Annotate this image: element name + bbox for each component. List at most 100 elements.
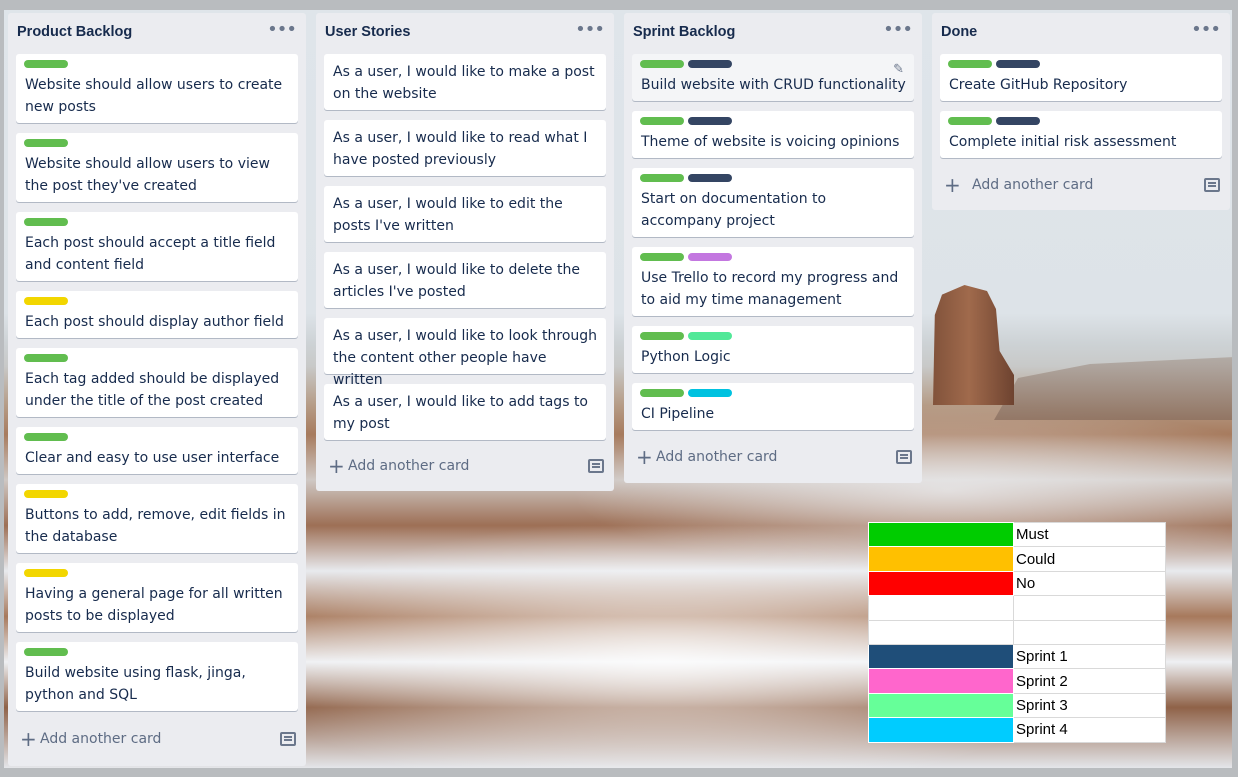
card-labels xyxy=(640,389,736,397)
card-title: As a user, I would like to add tags to m… xyxy=(333,394,588,432)
label-navy xyxy=(688,60,732,68)
card-template-icon[interactable] xyxy=(896,450,912,464)
card-title: Clear and easy to use user interface xyxy=(25,450,280,466)
label-green xyxy=(24,60,68,68)
list-header: Product Backlog ••• xyxy=(8,13,306,51)
label-navy xyxy=(688,174,732,182)
label-yellow xyxy=(24,490,68,498)
card-template-icon[interactable] xyxy=(588,459,604,473)
card-title: Start on documentation to accompany proj… xyxy=(641,191,827,229)
card-labels xyxy=(24,433,72,441)
label-green xyxy=(640,117,684,125)
card-labels xyxy=(640,253,736,261)
legend-row: No xyxy=(868,570,1166,597)
add-card-button[interactable]: + Add another card xyxy=(632,445,914,473)
mesa-landform xyxy=(994,357,1232,420)
card[interactable]: Theme of website is voicing opinions xyxy=(632,111,914,158)
card[interactable]: Each post should display author field xyxy=(16,291,298,338)
ellipsis-icon[interactable]: ••• xyxy=(267,19,297,40)
card[interactable]: As a user, I would like to delete the ar… xyxy=(324,252,606,308)
card-labels xyxy=(24,297,72,305)
list-title[interactable]: Done xyxy=(941,24,977,40)
label-green xyxy=(24,354,68,362)
legend-swatch xyxy=(868,521,1014,548)
card[interactable]: Start on documentation to accompany proj… xyxy=(632,168,914,237)
legend-row: Sprint 1 xyxy=(868,643,1166,670)
label-green xyxy=(640,60,684,68)
add-card-button[interactable]: + Add another card xyxy=(16,727,298,755)
legend-label: No xyxy=(1013,570,1166,597)
pencil-icon[interactable]: ✎ xyxy=(893,62,904,77)
card[interactable]: Build website with CRUD functionality ✎ xyxy=(632,54,914,101)
card-labels xyxy=(948,117,1044,125)
list-title[interactable]: User Stories xyxy=(325,24,410,40)
card[interactable]: Use Trello to record my progress and to … xyxy=(632,247,914,316)
card[interactable]: Clear and easy to use user interface xyxy=(16,427,298,474)
legend-row: Sprint 2 xyxy=(868,668,1166,694)
label-yellow xyxy=(24,297,68,305)
label-yellow xyxy=(24,569,68,577)
legend-row: Sprint 3 xyxy=(868,692,1166,719)
add-card-label: Add another card xyxy=(40,731,162,747)
card-title: As a user, I would like to look through … xyxy=(333,328,598,388)
card-title: As a user, I would like to read what I h… xyxy=(333,130,588,168)
card[interactable]: Website should allow users to create new… xyxy=(16,54,298,123)
legend-row: Sprint 4 xyxy=(868,717,1166,743)
label-green xyxy=(640,332,684,340)
card[interactable]: Complete initial risk assessment xyxy=(940,111,1222,158)
add-card-label: Add another card xyxy=(348,458,470,474)
ellipsis-icon[interactable]: ••• xyxy=(575,19,605,40)
ellipsis-icon[interactable]: ••• xyxy=(883,19,913,40)
label-green xyxy=(24,433,68,441)
add-card-button[interactable]: + Add another card xyxy=(324,454,606,482)
card-labels xyxy=(24,354,72,362)
legend-label xyxy=(1013,595,1166,621)
card-labels xyxy=(640,332,736,340)
card[interactable]: Python Logic xyxy=(632,326,914,373)
card[interactable]: As a user, I would like to make a post o… xyxy=(324,54,606,110)
card[interactable]: As a user, I would like to edit the post… xyxy=(324,186,606,242)
legend-swatch xyxy=(868,668,1014,694)
plus-icon: + xyxy=(328,454,345,478)
card-labels xyxy=(24,648,72,656)
card-title: Each post should display author field xyxy=(25,314,284,330)
card[interactable]: Each post should accept a title field an… xyxy=(16,212,298,281)
card-labels xyxy=(948,60,1044,68)
list-header: User Stories ••• xyxy=(316,13,614,51)
card-title: Complete initial risk assessment xyxy=(949,134,1177,150)
card[interactable]: As a user, I would like to look through … xyxy=(324,318,606,388)
list-product-backlog: Product Backlog ••• Website should allow… xyxy=(8,13,306,766)
card-labels xyxy=(24,490,72,498)
legend-label: Sprint 1 xyxy=(1013,643,1166,670)
label-green xyxy=(24,648,68,656)
add-card-label: Add another card xyxy=(656,449,778,465)
list-header: Sprint Backlog ••• xyxy=(624,13,922,51)
card[interactable]: Build website using flask, jinga, python… xyxy=(16,642,298,711)
card-template-icon[interactable] xyxy=(280,732,296,746)
ellipsis-icon[interactable]: ••• xyxy=(1191,19,1221,40)
card-title: Website should allow users to view the p… xyxy=(25,156,270,194)
label-green xyxy=(24,139,68,147)
card-template-icon[interactable] xyxy=(1204,178,1220,192)
card-labels xyxy=(24,569,72,577)
card[interactable]: Buttons to add, remove, edit fields in t… xyxy=(16,484,298,553)
card[interactable]: Website should allow users to view the p… xyxy=(16,133,298,202)
legend-label: Must xyxy=(1013,521,1166,548)
card[interactable]: As a user, I would like to read what I h… xyxy=(324,120,606,176)
legend-label: Sprint 4 xyxy=(1013,717,1166,743)
legend-label: Could xyxy=(1013,546,1166,572)
list-user-stories: User Stories ••• As a user, I would like… xyxy=(316,13,614,491)
legend-swatch xyxy=(868,546,1014,572)
card-title: Build website with CRUD functionality xyxy=(641,77,906,93)
legend-swatch xyxy=(868,717,1014,743)
card[interactable]: Having a general page for all written po… xyxy=(16,563,298,632)
add-card-button[interactable]: + Add another card xyxy=(940,173,1222,201)
label-green xyxy=(24,218,68,226)
list-title[interactable]: Sprint Backlog xyxy=(633,24,735,40)
card[interactable]: CI Pipeline xyxy=(632,383,914,430)
card[interactable]: Create GitHub Repository xyxy=(940,54,1222,101)
card[interactable]: Each tag added should be displayed under… xyxy=(16,348,298,417)
card[interactable]: As a user, I would like to add tags to m… xyxy=(324,384,606,440)
list-title[interactable]: Product Backlog xyxy=(17,24,132,40)
list-header: Done ••• xyxy=(932,13,1230,51)
